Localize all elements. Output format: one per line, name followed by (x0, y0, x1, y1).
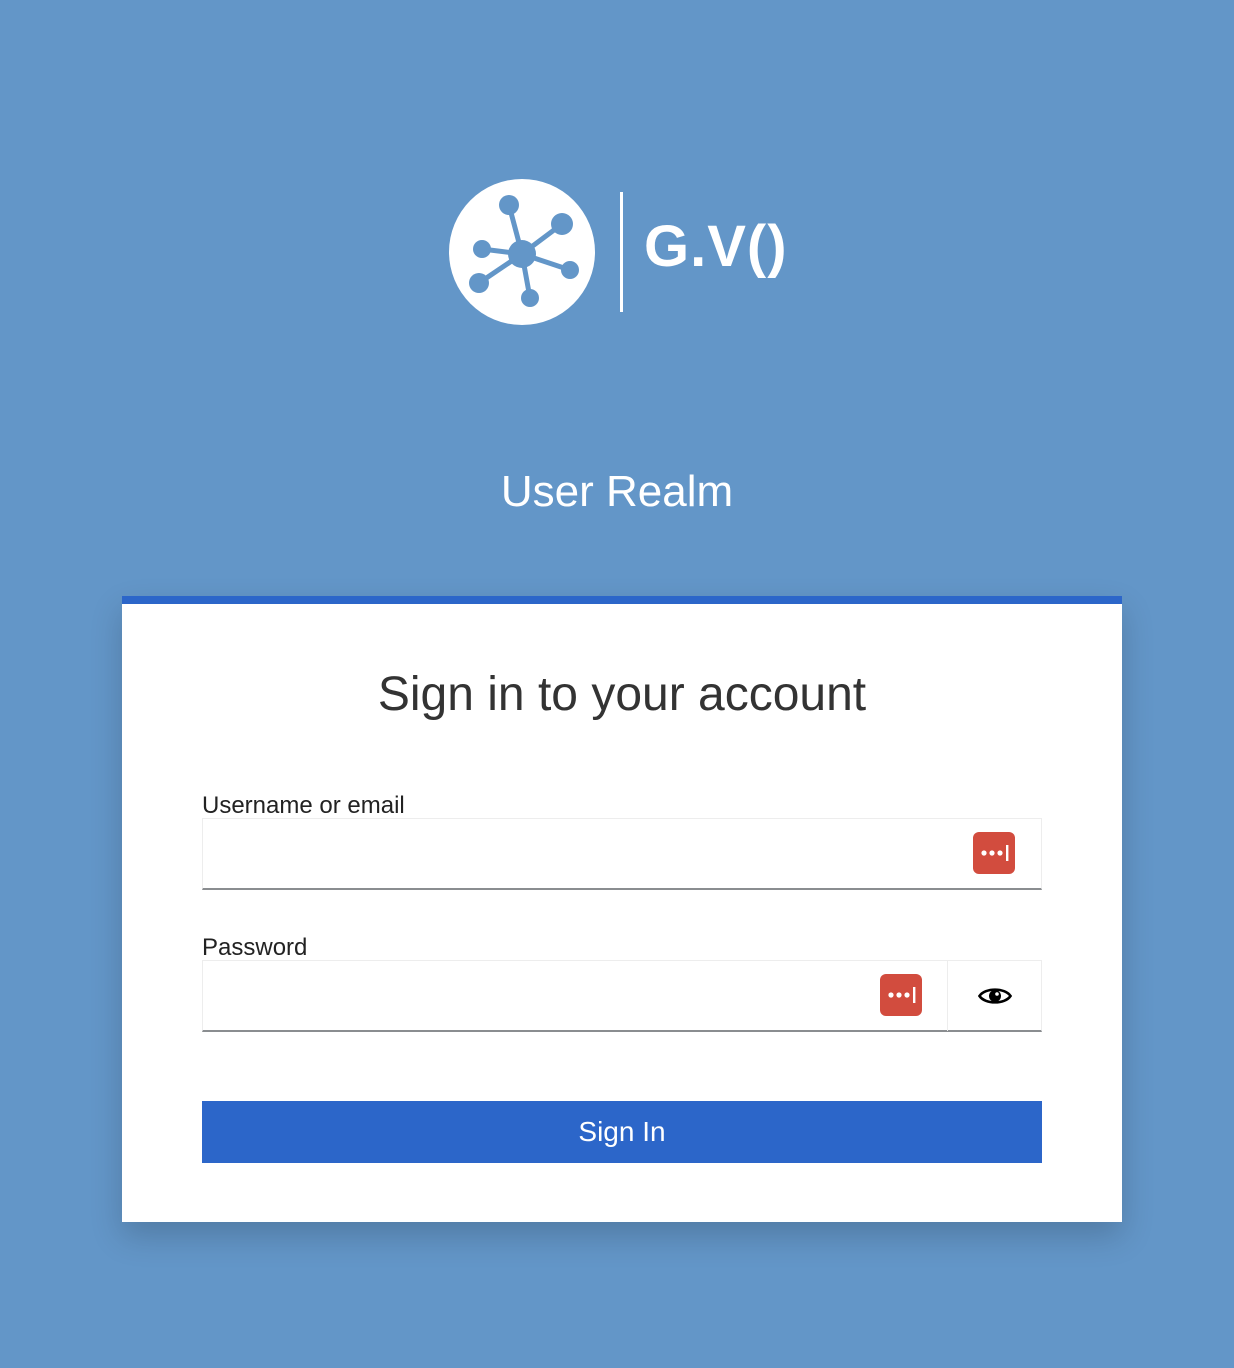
username-input[interactable] (203, 819, 963, 888)
login-title: Sign in to your account (377, 668, 867, 721)
password-manager-icon[interactable] (973, 832, 1015, 874)
sign-in-button[interactable]: Sign In (202, 1101, 1042, 1163)
brand-logo: G.V() (448, 178, 798, 325)
username-field-container (202, 818, 1042, 890)
password-label: Password (202, 934, 308, 961)
eye-icon (977, 988, 1012, 1004)
logo-divider (620, 192, 623, 312)
password-manager-icon[interactable] (880, 974, 922, 1016)
username-label: Username or email (202, 792, 405, 819)
show-password-button[interactable] (947, 961, 1041, 1031)
graph-network-icon (449, 179, 595, 325)
password-input[interactable] (203, 961, 873, 1030)
logo-text: G.V() (644, 214, 788, 279)
password-field-container (202, 960, 1042, 1032)
login-card: Sign in to your account Username or emai… (122, 596, 1122, 1222)
realm-title: User Realm (500, 467, 734, 516)
